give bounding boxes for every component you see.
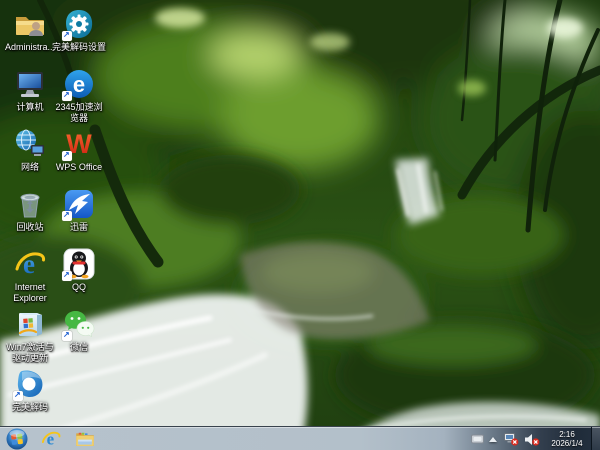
desktop-icon-recycle-bin[interactable]: 回收站	[3, 188, 57, 233]
keyboard-tray-icon[interactable]	[471, 434, 484, 444]
shortcut-arrow-icon	[13, 391, 23, 401]
shortcut-arrow-icon	[62, 211, 72, 221]
icon-label: Internet Explorer	[3, 282, 57, 304]
recycle-bin-icon	[14, 188, 46, 220]
icon-label: Win7激活与驱动更新	[3, 342, 57, 364]
volume-muted-icon[interactable]	[524, 433, 540, 446]
icon-label: 网络	[3, 162, 57, 173]
desktop: Administra...	[0, 0, 600, 450]
clock-time: 2:16	[547, 430, 587, 439]
icon-label: 微信	[52, 342, 106, 353]
desktop-icon-win7-activation[interactable]: Win7激活与驱动更新	[3, 308, 57, 364]
desktop-icon-network[interactable]: 网络	[3, 128, 57, 173]
taskbar-internet-explorer-icon[interactable]: e	[40, 428, 62, 450]
network-disconnected-icon[interactable]	[504, 433, 519, 446]
icon-label: 2345加速浏览器	[52, 102, 106, 124]
ie-icon: e	[14, 248, 46, 280]
gear-icon	[63, 8, 95, 40]
show-hidden-icons-button[interactable]	[489, 437, 497, 442]
computer-icon	[14, 68, 46, 100]
qq-penguin-icon	[63, 248, 95, 280]
thunder-bird-icon	[63, 188, 95, 220]
shortcut-arrow-icon	[62, 151, 72, 161]
tray-clock[interactable]: 2:16 2026/1/4	[547, 430, 587, 448]
shortcut-arrow-icon	[62, 331, 72, 341]
taskbar-explorer-icon[interactable]	[74, 428, 96, 450]
shortcut-arrow-icon	[62, 271, 72, 281]
wps-w-icon: W	[63, 128, 95, 160]
clock-date: 2026/1/4	[547, 439, 587, 448]
desktop-icon-xunlei[interactable]: 迅雷	[52, 188, 106, 233]
desktop-icon-perfect-decoder[interactable]: 完美解码	[3, 368, 57, 413]
windows-box-icon	[14, 308, 46, 340]
show-desktop-button[interactable]	[591, 427, 600, 450]
desktop-icon-decoder-settings[interactable]: 完美解码设置	[52, 8, 106, 53]
icon-label: Administra...	[3, 42, 57, 53]
icon-label: 迅雷	[52, 222, 106, 233]
icon-label: 完美解码	[3, 402, 57, 413]
start-button[interactable]	[6, 428, 28, 450]
folder-user-icon	[14, 8, 46, 40]
desktop-icon-qq[interactable]: QQ	[52, 248, 106, 293]
icon-label: QQ	[52, 282, 106, 293]
desktop-icon-administrator[interactable]: Administra...	[3, 8, 57, 53]
desktop-icon-computer[interactable]: 计算机	[3, 68, 57, 113]
icon-label: 回收站	[3, 222, 57, 233]
browser-e-icon: e	[63, 68, 95, 100]
icon-label: 计算机	[3, 102, 57, 113]
player-icon	[14, 368, 46, 400]
icon-label: WPS Office	[52, 162, 106, 173]
icon-label: 完美解码设置	[52, 42, 106, 53]
system-tray: 2:16 2026/1/4	[471, 427, 600, 450]
desktop-icon-2345-browser[interactable]: e 2345加速浏览器	[52, 68, 106, 124]
desktop-icon-wechat[interactable]: 微信	[52, 308, 106, 353]
shortcut-arrow-icon	[62, 31, 72, 41]
shortcut-arrow-icon	[62, 91, 72, 101]
taskbar: e	[0, 426, 600, 450]
network-globe-icon	[14, 128, 46, 160]
svg-text:e: e	[73, 72, 85, 97]
desktop-icon-internet-explorer[interactable]: e Internet Explorer	[3, 248, 57, 304]
desktop-icon-wps-office[interactable]: W WPS Office	[52, 128, 106, 173]
wechat-icon	[63, 308, 95, 340]
